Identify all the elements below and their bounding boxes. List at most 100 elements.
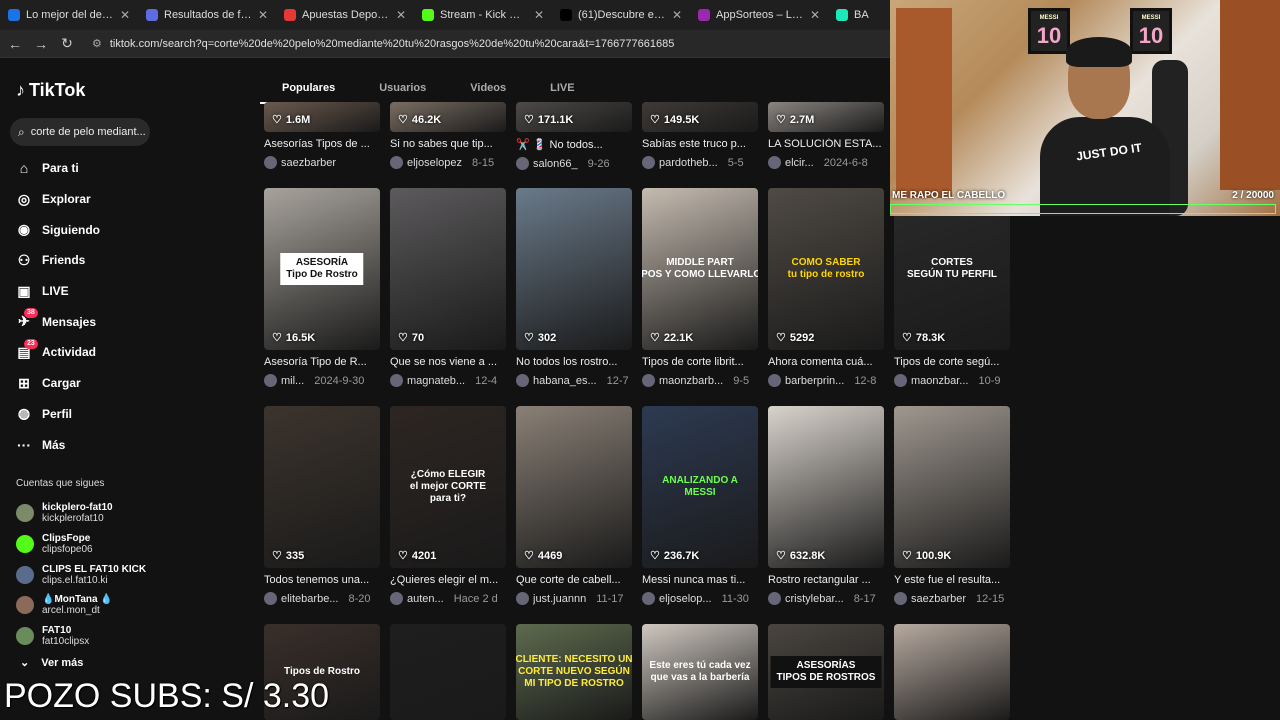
url-field[interactable]: ⚙ tiktok.com/search?q=corte%20de%20pelo%… bbox=[92, 37, 674, 51]
video-thumbnail[interactable]: ASESORÍA Tipo De Rostro ♡ 16.5K bbox=[264, 188, 380, 350]
video-title[interactable]: Messi nunca mas ti... bbox=[642, 574, 758, 586]
video-card[interactable]: ASESORÍA Tipo De Rostro ♡ 16.5K Asesoría Ti… bbox=[264, 188, 380, 387]
author-avatar[interactable] bbox=[390, 156, 403, 169]
forward-icon[interactable]: → bbox=[34, 36, 48, 52]
author-name[interactable]: elitebarbe... bbox=[281, 593, 338, 605]
author-name[interactable]: mil... bbox=[281, 375, 304, 387]
author-name[interactable]: cristylebar... bbox=[785, 593, 844, 605]
browser-tab[interactable]: (61)Descubre el Estilo de ✕ bbox=[552, 0, 690, 30]
video-title[interactable]: Todos tenemos una... bbox=[264, 574, 380, 586]
author-avatar[interactable] bbox=[390, 374, 403, 387]
video-thumbnail[interactable]: ♡ 171.1K bbox=[516, 102, 632, 132]
sidebar-item-siguiendo[interactable]: ◉ Siguiendo bbox=[16, 214, 100, 245]
video-thumbnail[interactable]: Este eres tú cada vez que vas a la barbe… bbox=[642, 624, 758, 720]
sidebar-item-para-ti[interactable]: ⌂ Para ti bbox=[16, 153, 100, 184]
author-avatar[interactable] bbox=[894, 374, 907, 387]
ver-mas-button[interactable]: ⌄ Ver más bbox=[20, 656, 83, 670]
video-card[interactable]: ♡ 632.8K Rostro rectangular ... cristylebar… bbox=[768, 406, 884, 605]
video-card[interactable]: ♡ 2.7M LA SOLUCIÓN ESTA... elcir... 2024-6-8 bbox=[768, 102, 884, 169]
following-item[interactable]: 💧MonTana 💧 arcel.mon_dt bbox=[16, 590, 156, 621]
video-thumbnail[interactable]: CLIENTE: NECESITO UN CORTE NUEVO SEGÚN M… bbox=[516, 624, 632, 720]
author-avatar[interactable] bbox=[642, 592, 655, 605]
tab-close-icon[interactable]: ✕ bbox=[120, 8, 130, 22]
author-avatar[interactable] bbox=[642, 374, 655, 387]
video-thumbnail[interactable]: ♡ 335 bbox=[264, 406, 380, 568]
author-name[interactable]: magnateb... bbox=[407, 375, 465, 387]
author-name[interactable]: elcir... bbox=[785, 157, 814, 169]
sidebar-item-explorar[interactable]: ◎ Explorar bbox=[16, 184, 100, 215]
video-thumbnail[interactable]: ♡ 632.8K bbox=[768, 406, 884, 568]
tab-populares[interactable]: Populares bbox=[260, 78, 358, 104]
video-thumbnail[interactable]: ♡ 302 bbox=[516, 188, 632, 350]
video-card[interactable]: ♡ 70 Que se nos viene a ... magnateb... 12-4 bbox=[390, 188, 506, 387]
tab-live[interactable]: LIVE bbox=[528, 78, 596, 104]
video-thumbnail[interactable]: ♡ 2.7M bbox=[768, 102, 884, 132]
video-title[interactable]: Asesoría Tipo de R... bbox=[264, 356, 380, 368]
browser-tab[interactable]: Apuestas Deportivas - Ca ✕ bbox=[276, 0, 414, 30]
video-card[interactable]: ♡ 46.2K Si no sabes que tip... eljoselopez 8… bbox=[390, 102, 506, 169]
video-thumbnail[interactable]: ♡ 1.6M bbox=[264, 102, 380, 132]
author-name[interactable]: just.juannn bbox=[533, 593, 586, 605]
video-title[interactable]: Tipos de corte segú... bbox=[894, 356, 1010, 368]
video-title[interactable]: Ahora comenta cuá... bbox=[768, 356, 884, 368]
video-title[interactable]: Asesorías Tipos de ... bbox=[264, 138, 380, 150]
sidebar-item-actividad[interactable]: ▤ 23 Actividad bbox=[16, 337, 100, 368]
author-avatar[interactable] bbox=[516, 374, 529, 387]
search-input[interactable]: corte de pelo mediant... bbox=[31, 126, 146, 138]
tab-close-icon[interactable]: ✕ bbox=[534, 8, 544, 22]
author-name[interactable]: barberprin... bbox=[785, 375, 844, 387]
browser-tab[interactable]: Lo mejor del deporte y el ✕ bbox=[0, 0, 138, 30]
video-card[interactable]: ♡ 302 No todos los rostro... habana_es... 12… bbox=[516, 188, 632, 387]
video-title[interactable]: Si no sabes que tip... bbox=[390, 138, 506, 150]
browser-tab[interactable]: AppSorteos – La Ruleta d ✕ bbox=[690, 0, 828, 30]
following-item[interactable]: CLIPS EL FAT10 KICK clips.el.fat10.ki bbox=[16, 559, 156, 590]
author-name[interactable]: salon66_ bbox=[533, 158, 578, 170]
video-card[interactable]: ¿Cómo ELEGIR el mejor CORTE para ti? ♡ 420… bbox=[390, 406, 506, 605]
author-avatar[interactable] bbox=[264, 592, 277, 605]
video-title[interactable]: ✂️ 💈 No todos... bbox=[516, 138, 632, 151]
video-title[interactable]: Rostro rectangular ... bbox=[768, 574, 884, 586]
search-box[interactable]: ⌕ corte de pelo mediant... bbox=[10, 118, 150, 146]
video-card[interactable]: ♡ 335 Todos tenemos una... elitebarbe... 8-2… bbox=[264, 406, 380, 605]
video-card[interactable]: Este eres tú cada vez que vas a la barbe… bbox=[642, 624, 758, 720]
video-thumbnail[interactable] bbox=[894, 624, 1010, 720]
author-name[interactable]: eljoselopez bbox=[407, 157, 462, 169]
tab-close-icon[interactable]: ✕ bbox=[396, 8, 406, 22]
author-name[interactable]: habana_es... bbox=[533, 375, 597, 387]
tab-close-icon[interactable]: ✕ bbox=[258, 8, 268, 22]
video-card[interactable]: ♡ 4469 Que corte de cabell... just.juannn 11… bbox=[516, 406, 632, 605]
tab-close-icon[interactable]: ✕ bbox=[810, 8, 820, 22]
video-card[interactable] bbox=[390, 624, 506, 720]
video-thumbnail[interactable]: ♡ 149.5K bbox=[642, 102, 758, 132]
video-card[interactable]: ASESORÍAS TIPOS DE ROSTROS bbox=[768, 624, 884, 720]
video-title[interactable]: ¿Quieres elegir el m... bbox=[390, 574, 506, 586]
video-title[interactable]: LA SOLUCIÓN ESTA... bbox=[768, 138, 884, 150]
following-item[interactable]: FAT10 fat10clipsx bbox=[16, 621, 156, 652]
video-title[interactable]: No todos los rostro... bbox=[516, 356, 632, 368]
tiktok-logo[interactable]: ♪ TikTok bbox=[16, 80, 85, 101]
author-avatar[interactable] bbox=[390, 592, 403, 605]
author-avatar[interactable] bbox=[894, 592, 907, 605]
video-thumbnail[interactable]: ♡ 100.9K bbox=[894, 406, 1010, 568]
back-icon[interactable]: ← bbox=[8, 36, 22, 52]
video-card[interactable]: CLIENTE: NECESITO UN CORTE NUEVO SEGÚN M… bbox=[516, 624, 632, 720]
video-thumbnail[interactable] bbox=[390, 624, 506, 720]
reload-icon[interactable]: ↻ bbox=[60, 35, 74, 52]
author-name[interactable]: saezbarber bbox=[911, 593, 966, 605]
video-card[interactable]: ♡ 100.9K Y este fue el resulta... saezbarbe… bbox=[894, 406, 1010, 605]
video-title[interactable]: Que corte de cabell... bbox=[516, 574, 632, 586]
video-thumbnail[interactable]: ♡ 70 bbox=[390, 188, 506, 350]
following-item[interactable]: kickplero-fat10 kickplerofat10 bbox=[16, 498, 156, 529]
video-card[interactable]: ♡ 171.1K ✂️ 💈 No todos... salon66_ 9-26 bbox=[516, 102, 632, 170]
author-name[interactable]: maonzbar... bbox=[911, 375, 968, 387]
author-avatar[interactable] bbox=[768, 592, 781, 605]
tab-close-icon[interactable]: ✕ bbox=[672, 8, 682, 22]
video-title[interactable]: Sabías este truco p... bbox=[642, 138, 758, 150]
video-thumbnail[interactable]: ♡ 46.2K bbox=[390, 102, 506, 132]
tab-usuarios[interactable]: Usuarios bbox=[357, 78, 448, 104]
author-name[interactable]: auten... bbox=[407, 593, 444, 605]
video-card[interactable]: COMO SABER tu tipo de rostro ♡ 5292 Ahora c… bbox=[768, 188, 884, 387]
sidebar-item-mensajes[interactable]: ✈ 38 Mensajes bbox=[16, 306, 100, 337]
author-name[interactable]: eljoselop... bbox=[659, 593, 712, 605]
video-card[interactable]: CORTES SEGÚN TU PERFIL ♡ 78.3K Tipos de cor… bbox=[894, 188, 1010, 387]
